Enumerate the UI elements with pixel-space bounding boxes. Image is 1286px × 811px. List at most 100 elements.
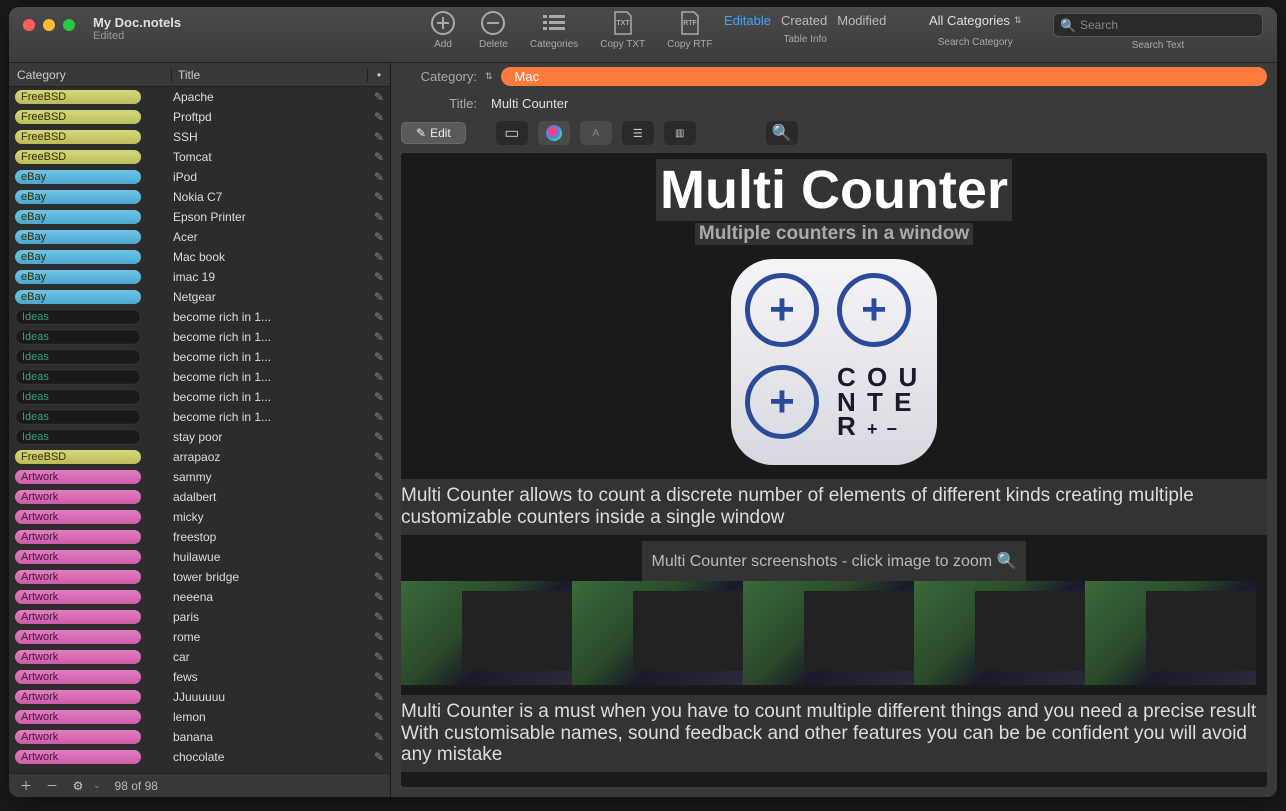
list-item[interactable]: Ideasbecome rich in 1...✎ (9, 327, 390, 347)
list-item[interactable]: Ideasbecome rich in 1...✎ (9, 367, 390, 387)
list-item[interactable]: Artworkparis✎ (9, 607, 390, 627)
font-button[interactable]: A (580, 121, 612, 145)
updown-icon[interactable]: ⇅ (485, 71, 493, 82)
pencil-icon[interactable]: ✎ (368, 690, 390, 704)
list-item[interactable]: FreeBSDApache✎ (9, 87, 390, 107)
pencil-icon[interactable]: ✎ (368, 730, 390, 744)
list-item[interactable]: eBayAcer✎ (9, 227, 390, 247)
pencil-icon[interactable]: ✎ (368, 250, 390, 264)
screenshot-thumb[interactable] (914, 581, 1085, 685)
pencil-icon[interactable]: ✎ (368, 350, 390, 364)
list-item[interactable]: Ideasbecome rich in 1...✎ (9, 347, 390, 367)
sort-modified[interactable]: Modified (837, 13, 886, 28)
pencil-icon[interactable]: ✎ (368, 90, 390, 104)
pencil-icon[interactable]: ✎ (368, 630, 390, 644)
list-item[interactable]: Artworkhuilawue✎ (9, 547, 390, 567)
content-viewer[interactable]: Multi Counter Multiple counters in a win… (401, 153, 1267, 787)
list-item[interactable]: FreeBSDProftpd✎ (9, 107, 390, 127)
category-filter-select[interactable]: All Categories ⇅ (929, 13, 1021, 28)
list-item[interactable]: Artworkbanana✎ (9, 727, 390, 747)
list-item[interactable]: Artworktower bridge✎ (9, 567, 390, 587)
list-item[interactable]: Artworkfreestop✎ (9, 527, 390, 547)
pencil-icon[interactable]: ✎ (368, 190, 390, 204)
pencil-icon[interactable]: ✎ (368, 230, 390, 244)
columns-button[interactable]: ▥ (664, 121, 696, 145)
chevron-down-icon[interactable]: ⌄ (93, 780, 101, 791)
pencil-icon[interactable]: ✎ (368, 290, 390, 304)
pencil-icon[interactable]: ✎ (368, 650, 390, 664)
pencil-icon[interactable]: ✎ (368, 570, 390, 584)
category-pill[interactable]: Mac (501, 67, 1267, 86)
pencil-icon[interactable]: ✎ (368, 210, 390, 224)
screenshot-thumb[interactable] (572, 581, 743, 685)
find-button[interactable]: 🔍 (766, 121, 798, 145)
col-title[interactable]: Title (172, 68, 368, 82)
list-item[interactable]: FreeBSDarrapaoz✎ (9, 447, 390, 467)
list-item[interactable]: eBayiPod✎ (9, 167, 390, 187)
categories-button[interactable]: Categories (530, 9, 578, 50)
add-button[interactable]: Add (429, 9, 457, 50)
pencil-icon[interactable]: ✎ (368, 150, 390, 164)
color-picker-button[interactable] (538, 121, 570, 145)
screenshot-thumb[interactable] (401, 581, 572, 685)
pencil-icon[interactable]: ✎ (368, 590, 390, 604)
pencil-icon[interactable]: ✎ (368, 430, 390, 444)
pencil-icon[interactable]: ✎ (368, 670, 390, 684)
list-item[interactable]: eBayNetgear✎ (9, 287, 390, 307)
delete-button[interactable]: Delete (479, 9, 508, 50)
pencil-icon[interactable]: ✎ (368, 330, 390, 344)
list-item[interactable]: Ideasstay poor✎ (9, 427, 390, 447)
pencil-icon[interactable]: ✎ (368, 370, 390, 384)
list-item[interactable]: Artworkfews✎ (9, 667, 390, 687)
pencil-icon[interactable]: ✎ (368, 410, 390, 424)
list-item[interactable]: Artworksammy✎ (9, 467, 390, 487)
zoom-icon[interactable] (63, 19, 75, 31)
pencil-icon[interactable]: ✎ (368, 130, 390, 144)
add-note-button[interactable]: ＋ (15, 777, 37, 794)
insert-image-button[interactable]: ▭ (496, 121, 528, 145)
pencil-icon[interactable]: ✎ (368, 550, 390, 564)
pencil-icon[interactable]: ✎ (368, 110, 390, 124)
list-item[interactable]: Artworkmicky✎ (9, 507, 390, 527)
search-input[interactable] (1053, 13, 1263, 37)
pencil-icon[interactable]: ✎ (368, 270, 390, 284)
pencil-icon[interactable]: ✎ (368, 390, 390, 404)
pencil-icon[interactable]: ✎ (368, 510, 390, 524)
pencil-icon[interactable]: ✎ (368, 610, 390, 624)
list-item[interactable]: Ideasbecome rich in 1...✎ (9, 387, 390, 407)
list-item[interactable]: Artworkrome✎ (9, 627, 390, 647)
notes-list[interactable]: FreeBSDApache✎FreeBSDProftpd✎FreeBSDSSH✎… (9, 87, 390, 773)
list-item[interactable]: Artworkcar✎ (9, 647, 390, 667)
pencil-icon[interactable]: ✎ (368, 470, 390, 484)
pencil-icon[interactable]: ✎ (368, 450, 390, 464)
list-item[interactable]: Artworklemon✎ (9, 707, 390, 727)
close-icon[interactable] (23, 19, 35, 31)
list-item[interactable]: FreeBSDSSH✎ (9, 127, 390, 147)
sort-editable[interactable]: Editable (724, 13, 771, 28)
screenshot-thumb[interactable] (1085, 581, 1256, 685)
bullets-button[interactable]: ☰ (622, 121, 654, 145)
list-item[interactable]: Artworkchocolate✎ (9, 747, 390, 767)
pencil-icon[interactable]: ✎ (368, 170, 390, 184)
list-item[interactable]: eBayEpson Printer✎ (9, 207, 390, 227)
copy-rtf-button[interactable]: RTF Copy RTF (667, 9, 712, 50)
list-item[interactable]: Ideasbecome rich in 1...✎ (9, 307, 390, 327)
col-dot[interactable]: • (368, 68, 390, 82)
title-input[interactable] (485, 94, 1267, 113)
list-item[interactable]: Ideasbecome rich in 1...✎ (9, 407, 390, 427)
pencil-icon[interactable]: ✎ (368, 310, 390, 324)
list-item[interactable]: eBayMac book✎ (9, 247, 390, 267)
list-item[interactable]: Artworkneeena✎ (9, 587, 390, 607)
remove-note-button[interactable]: － (41, 777, 63, 794)
pencil-icon[interactable]: ✎ (368, 530, 390, 544)
col-category[interactable]: Category (9, 68, 172, 82)
list-item[interactable]: eBayNokia C7✎ (9, 187, 390, 207)
gear-icon[interactable]: ⚙ (67, 779, 89, 793)
screenshot-thumb[interactable] (743, 581, 914, 685)
list-item[interactable]: FreeBSDTomcat✎ (9, 147, 390, 167)
copy-txt-button[interactable]: TXT Copy TXT (600, 9, 645, 50)
edit-button[interactable]: ✎ Edit (401, 122, 466, 144)
pencil-icon[interactable]: ✎ (368, 710, 390, 724)
list-item[interactable]: Artworkadalbert✎ (9, 487, 390, 507)
pencil-icon[interactable]: ✎ (368, 490, 390, 504)
